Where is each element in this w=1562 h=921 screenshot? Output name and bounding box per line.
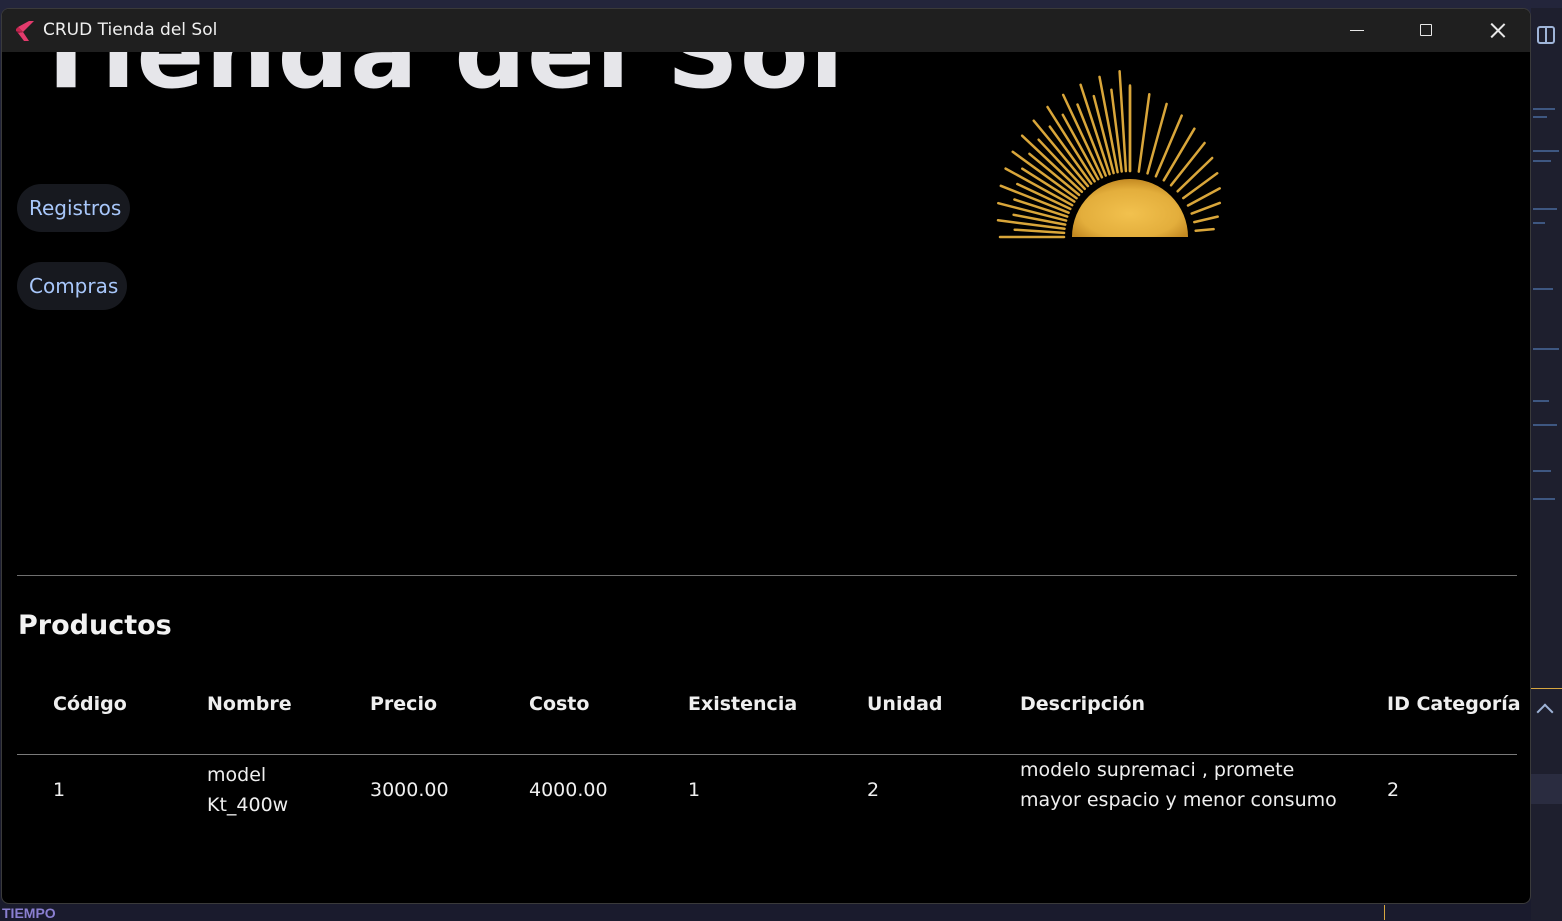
code-minimap-line [1533,400,1549,402]
column-header-precio[interactable]: Precio [370,693,437,715]
desktop-bottom-divider [1384,905,1385,920]
registros-button[interactable]: Registros [17,184,130,232]
close-button[interactable] [1462,9,1530,52]
code-minimap-line [1533,150,1559,152]
sun-ray [1110,88,1123,173]
sun-ray [1194,227,1215,233]
minimize-button[interactable] [1322,9,1392,52]
sun-ray [1137,93,1151,173]
cell-unidad: 2 [867,779,880,801]
cell-descripcion: modelo supremaci , promete mayor espacio… [1020,759,1337,811]
window-title: CRUD Tienda del Sol [43,20,218,40]
code-minimap-line [1533,470,1551,472]
close-icon [1490,22,1506,38]
column-header-descripcion[interactable]: Descripción [1020,693,1145,715]
panel-toggle-icon[interactable] [1537,26,1555,44]
title-bar[interactable]: CRUD Tienda del Sol [2,9,1530,52]
code-minimap-line [1533,160,1551,162]
sun-ray [1169,141,1206,187]
column-header-existencia[interactable]: Existencia [688,693,797,715]
sun-ray [1162,127,1196,182]
column-header-costo[interactable]: Costo [529,693,589,715]
cell-nombre: model Kt_400w [207,764,289,816]
cell-precio: 3000.00 [370,779,449,801]
sun-ray [1193,215,1219,224]
column-header-nombre[interactable]: Nombre [207,693,292,715]
hero-title: Tienda del Sol [32,52,845,111]
ide-separator [1531,688,1562,689]
content-area: Tienda del Sol Registros Compras Product… [2,52,1530,903]
ide-background-strip [1531,8,1562,920]
code-minimap-line [1533,288,1553,290]
chevron-up-icon[interactable] [1536,703,1554,721]
code-minimap-line [1533,222,1545,224]
sun-ray [1146,102,1168,175]
column-header-unidad[interactable]: Unidad [867,693,943,715]
code-minimap-line [1533,208,1557,210]
code-minimap-line [1533,348,1559,350]
sun-ray [1182,172,1219,200]
code-minimap-line [1533,108,1555,110]
maximize-icon [1420,24,1432,36]
cell-existencia: 1 [688,779,701,801]
cell-costo: 4000.00 [529,779,608,801]
sun-ray [1190,201,1222,215]
column-header-id-categoria[interactable]: ID Categoría [1387,693,1521,715]
cell-codigo: 1 [53,779,66,801]
minimize-icon [1350,30,1364,31]
column-header-codigo[interactable]: Código [53,693,127,715]
ide-panel-block [1531,774,1562,804]
compras-button[interactable]: Compras [17,262,127,310]
section-title: Productos [18,610,172,641]
sun-logo-icon [996,70,1222,239]
code-minimap-line [1533,424,1557,426]
cell-id-categoria: 2 [1387,779,1400,801]
sun-ray [1013,228,1066,235]
code-minimap-line [1533,116,1547,118]
app-window: CRUD Tienda del Sol Tienda del Sol Regis… [1,8,1531,904]
section-divider [17,575,1517,576]
flutter-logo-icon [16,21,34,41]
desktop-bottom-label: TIEMPO [2,905,56,921]
maximize-button[interactable] [1392,9,1462,52]
code-minimap-line [1533,498,1555,500]
sun-ray [999,184,1070,214]
sun-ray [1176,156,1214,193]
